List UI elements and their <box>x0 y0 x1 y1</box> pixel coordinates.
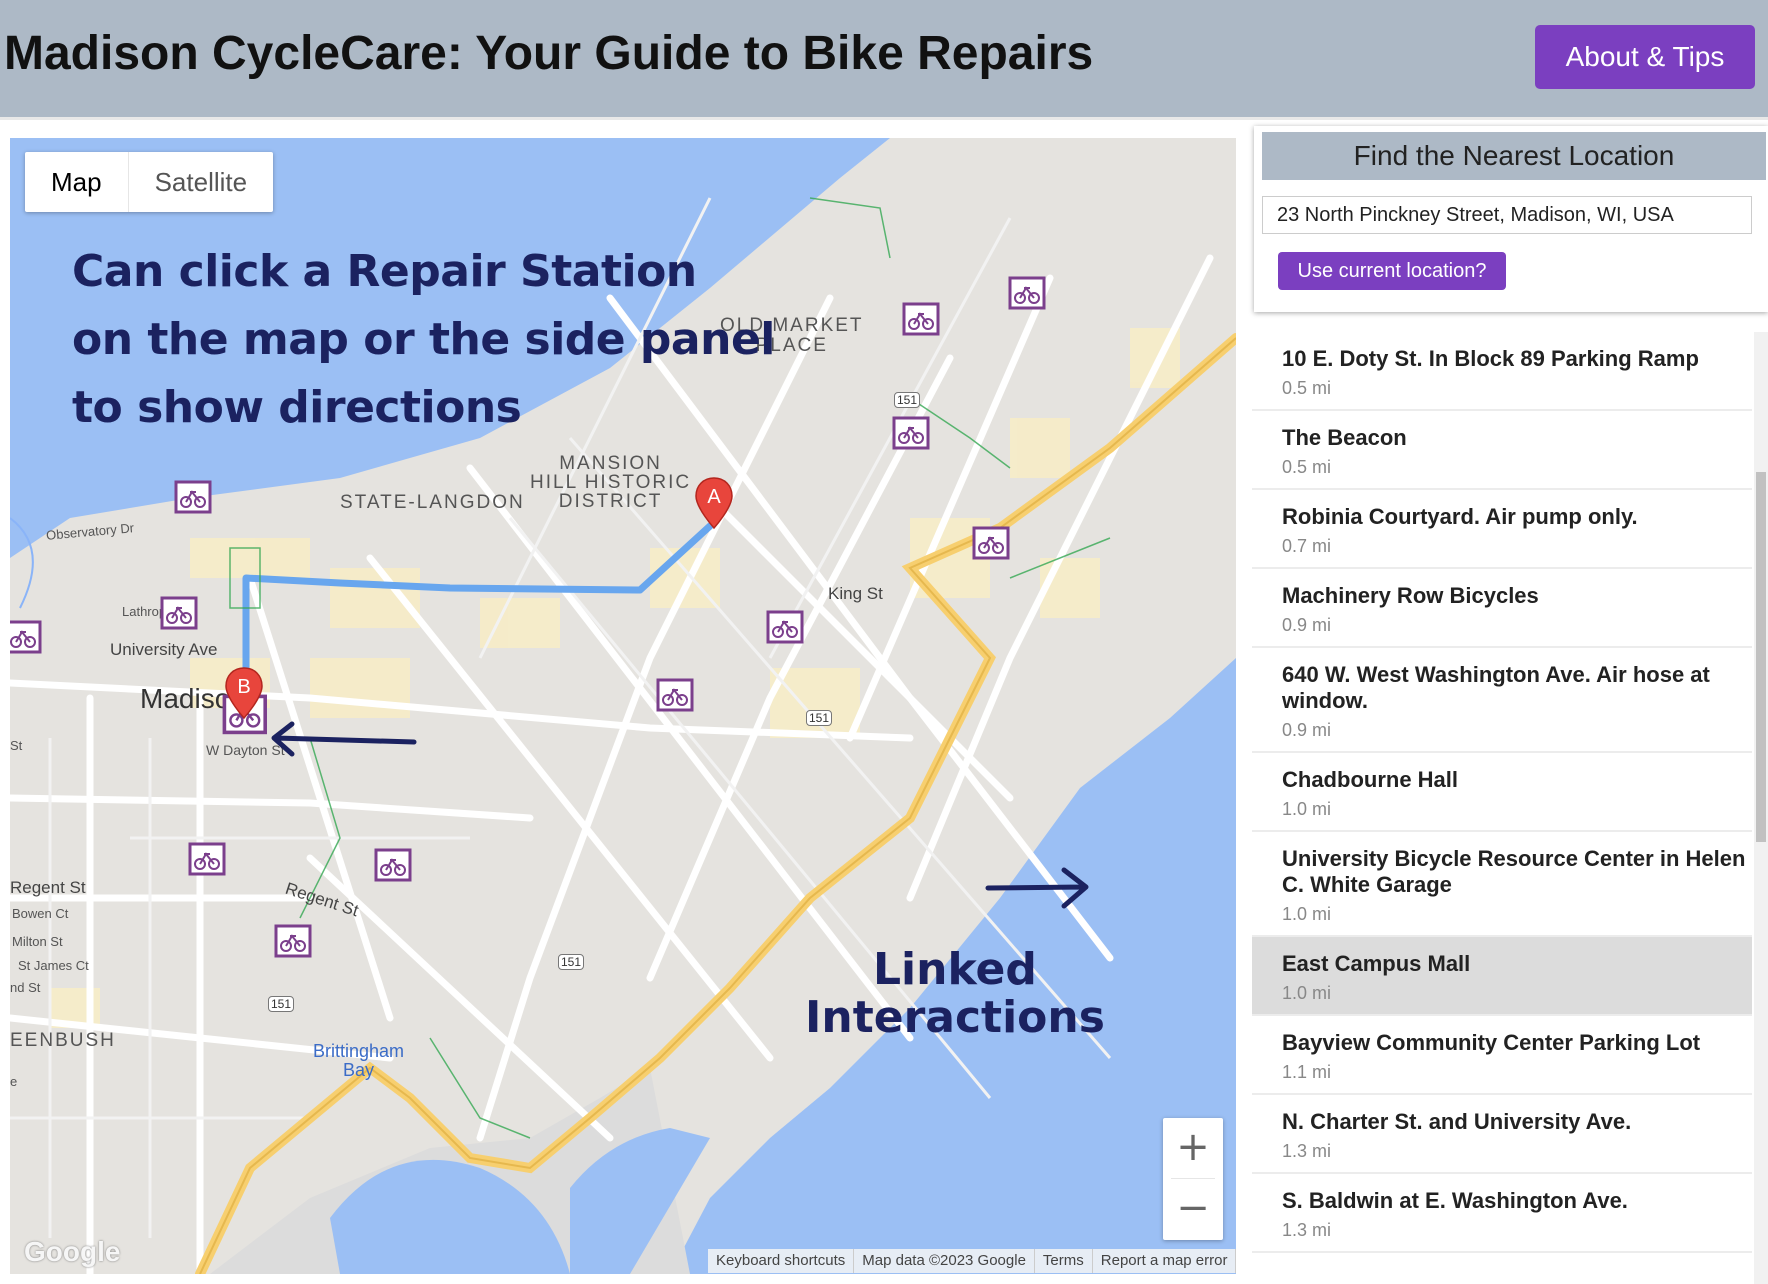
repair-station-icon[interactable] <box>1008 276 1048 316</box>
address-input[interactable]: 23 North Pinckney Street, Madison, WI, U… <box>1262 196 1752 234</box>
map-type-toggle: Map Satellite <box>25 152 274 212</box>
list-scrollbar-thumb[interactable] <box>1756 472 1766 842</box>
label-madison: Madiso <box>140 683 231 714</box>
list-item[interactable]: The Beacon 0.5 mi <box>1252 411 1752 490</box>
label-university-ave: University Ave <box>110 640 218 659</box>
terms-link[interactable]: Terms <box>1035 1249 1093 1273</box>
zoom-out-button[interactable]: − <box>1163 1179 1223 1239</box>
list-item-selected[interactable]: East Campus Mall 1.0 mi <box>1252 937 1752 1016</box>
marker-b-icon[interactable]: B <box>224 666 264 722</box>
list-item[interactable]: S. Baldwin at E. Washington Ave. 1.3 mi <box>1252 1174 1752 1253</box>
list-item[interactable]: Bayview Community Center Parking Lot 1.1 … <box>1252 1016 1752 1095</box>
annotation-arrow-right-icon <box>985 867 1089 909</box>
label-brittingham-bay: Brittingham Bay <box>313 1041 405 1080</box>
label-king-st: King St <box>828 584 883 603</box>
repair-station-icon[interactable] <box>188 842 228 882</box>
map-type-map-tab[interactable]: Map <box>25 152 129 212</box>
repair-station-icon[interactable] <box>160 596 200 636</box>
repair-station-icon[interactable] <box>902 302 942 342</box>
route-151-shield: 151 <box>806 710 833 726</box>
map-attribution: Keyboard shortcuts Map data ©2023 Google… <box>708 1249 1236 1273</box>
annotation-callout: Can click a Repair Station on the map or… <box>72 246 775 433</box>
svg-text:A: A <box>707 486 721 508</box>
page-title: Madison CycleCare: Your Guide to Bike Re… <box>4 27 1094 80</box>
svg-text:B: B <box>237 676 250 698</box>
label-greenbush: EENBUSH <box>10 1030 116 1051</box>
route-151-shield: 151 <box>268 996 295 1012</box>
finder-heading: Find the Nearest Location <box>1262 132 1766 180</box>
repair-station-icon[interactable] <box>374 848 414 888</box>
repair-station-icon[interactable] <box>656 678 696 718</box>
map-type-satellite-tab[interactable]: Satellite <box>129 152 274 212</box>
label-mansion-hill: MANSION HILL HISTORIC DISTRICT <box>530 453 692 512</box>
list-item[interactable]: Machinery Row Bicycles 0.9 mi <box>1252 569 1752 648</box>
label-regent-st-left: Regent St <box>10 878 86 897</box>
list-item[interactable]: Chadbourne Hall 1.0 mi <box>1252 753 1752 832</box>
label-st-james-ct: St James Ct <box>18 958 89 973</box>
label-state-langdon: STATE-LANGDON <box>340 492 525 513</box>
zoom-in-button[interactable]: + <box>1163 1118 1223 1178</box>
list-item[interactable]: N. Charter St. and University Ave. 1.3 mi <box>1252 1095 1752 1174</box>
list-item[interactable]: Robinia Courtyard. Air pump only. 0.7 mi <box>1252 490 1752 569</box>
zoom-control: + − <box>1163 1118 1223 1240</box>
report-map-error-link[interactable]: Report a map error <box>1093 1249 1236 1273</box>
annotation-arrow-left-icon <box>271 721 417 757</box>
label-e: e <box>10 1074 18 1089</box>
repair-station-icon[interactable] <box>972 526 1012 566</box>
use-current-location-button[interactable]: Use current location? <box>1278 252 1506 290</box>
map-view[interactable]: OLD MARKET PLACE MANSION HILL HISTORIC DIST… <box>10 138 1236 1274</box>
finder-panel: Find the Nearest Location 23 North Pinck… <box>1254 126 1768 312</box>
route-151-shield: 151 <box>558 954 585 970</box>
list-item[interactable]: University Bicycle Resource Center in He… <box>1252 832 1752 937</box>
google-logo: Google <box>24 1236 121 1267</box>
repair-station-icon[interactable] <box>892 416 932 456</box>
marker-a-icon[interactable]: A <box>694 476 734 532</box>
app-header: Madison CycleCare: Your Guide to Bike Re… <box>0 0 1768 120</box>
label-st: St <box>10 738 23 753</box>
annotation-linked-interactions: Linked Interactions <box>805 944 1105 1043</box>
repair-station-icon[interactable] <box>766 610 806 650</box>
label-milton-st: Milton St <box>12 934 63 949</box>
repair-station-icon[interactable] <box>274 924 314 964</box>
about-tips-button[interactable]: About & Tips <box>1535 25 1755 89</box>
keyboard-shortcuts-link[interactable]: Keyboard shortcuts <box>708 1249 855 1273</box>
list-scrollbar[interactable] <box>1754 332 1768 1284</box>
label-bowen-ct: Bowen Ct <box>12 906 69 921</box>
map-data-text: Map data ©2023 Google <box>854 1249 1035 1273</box>
repair-station-icon[interactable] <box>10 620 44 660</box>
repair-station-icon[interactable] <box>174 480 214 520</box>
label-nd-st: nd St <box>10 980 41 995</box>
location-list[interactable]: 10 E. Doty St. In Block 89 Parking Ramp 0… <box>1252 332 1752 1284</box>
list-item[interactable]: 640 W. West Washington Ave. Air hose at … <box>1252 648 1752 753</box>
route-151-shield: 151 <box>894 392 921 408</box>
list-item[interactable]: 10 E. Doty St. In Block 89 Parking Ramp 0… <box>1252 332 1752 411</box>
